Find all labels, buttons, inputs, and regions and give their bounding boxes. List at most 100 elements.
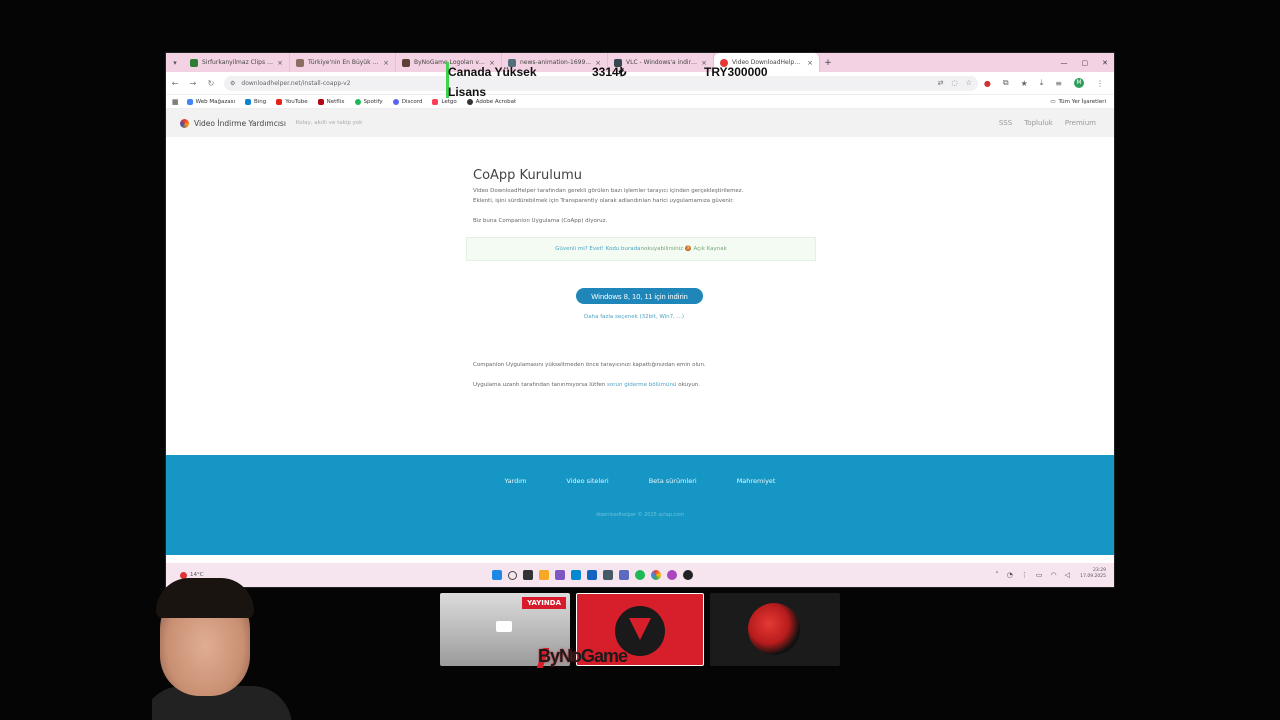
start-icon[interactable] bbox=[492, 570, 502, 580]
network-icon[interactable]: ◔ bbox=[1007, 571, 1013, 579]
chrome-icon[interactable] bbox=[651, 570, 661, 580]
new-tab-icon[interactable]: + bbox=[820, 58, 836, 68]
close-icon[interactable]: × bbox=[383, 59, 389, 67]
hide-icon[interactable]: ◌ bbox=[951, 79, 957, 87]
taskbar-clock[interactable]: 23:29 17.09.2025 bbox=[1080, 568, 1106, 580]
maximize-icon[interactable]: ▢ bbox=[1082, 59, 1089, 67]
taskbar-apps bbox=[492, 570, 693, 580]
edge-icon[interactable] bbox=[571, 570, 581, 580]
site-name[interactable]: Video İndirme Yardımcısı bbox=[194, 119, 286, 128]
folder-icon: ▭ bbox=[1050, 98, 1056, 105]
bookmark-label: Spotify bbox=[363, 98, 383, 105]
avatar-thumbnail bbox=[710, 593, 840, 666]
bookmark-youtube[interactable]: YouTube bbox=[276, 98, 308, 105]
page-title: CoApp Kurulumu bbox=[473, 167, 583, 183]
tab-turkiye[interactable]: Türkiye'nin En Büyük Oyuncu S... × bbox=[290, 53, 396, 72]
footer-help-link[interactable]: Yardım bbox=[505, 477, 527, 485]
profile-avatar[interactable]: M bbox=[1074, 78, 1084, 88]
intro-coapp: Biz buna Companion Uygulama (CoApp) diyo… bbox=[473, 218, 608, 224]
minimize-icon[interactable]: — bbox=[1061, 59, 1068, 67]
spotify-icon[interactable] bbox=[635, 570, 645, 580]
reload-icon[interactable]: ↻ bbox=[202, 79, 220, 88]
notice-text: okuyabilirsiniz 🍪 Açık Kaynak bbox=[644, 246, 727, 252]
close-icon[interactable]: × bbox=[277, 59, 283, 67]
translate-icon[interactable]: ⇄ bbox=[938, 79, 944, 87]
search-icon[interactable] bbox=[508, 570, 517, 580]
chevron-up-icon[interactable]: ˄ bbox=[995, 571, 999, 579]
bookmark-label: Discord bbox=[401, 98, 423, 105]
site-info-icon[interactable]: ⚙ bbox=[230, 80, 235, 87]
streamer-hair bbox=[156, 578, 254, 618]
obs-icon[interactable] bbox=[683, 570, 693, 580]
bing-icon bbox=[245, 98, 251, 105]
discord-icon[interactable] bbox=[667, 570, 677, 580]
footer-beta-link[interactable]: Beta sürümleri bbox=[649, 477, 697, 485]
more-options-link[interactable]: Daha fazla seçenek (32bit, Win7, ...) bbox=[584, 314, 684, 320]
monitor-icon bbox=[496, 621, 512, 632]
live-badge: YAYINDA bbox=[522, 597, 566, 609]
close-icon[interactable]: × bbox=[807, 59, 813, 67]
puzzle-icon[interactable]: ⧉ bbox=[1003, 78, 1009, 88]
intro-line: Eklenti, işini sürdürebilmek için Transp… bbox=[473, 198, 734, 204]
intro-text: Video DownloadHelper tarafından gerekli … bbox=[473, 186, 803, 206]
bookmark-discord[interactable]: Discord bbox=[392, 98, 423, 105]
overlay-name: Canada Yüksek Lisans bbox=[448, 62, 537, 102]
apps-icon[interactable]: ▦ bbox=[172, 98, 179, 106]
troubleshoot-link[interactable]: sorun giderme bölümünü bbox=[607, 382, 676, 388]
footer-links: Yardım Video siteleri Beta sürümleri Mah… bbox=[166, 477, 1114, 485]
teams-icon[interactable] bbox=[619, 570, 629, 580]
download-windows-button[interactable]: Windows 8, 10, 11 için indirin bbox=[576, 288, 703, 304]
site-header: Video İndirme Yardımcısı Kolay, akıllı v… bbox=[166, 109, 1114, 137]
file-explorer-icon[interactable] bbox=[539, 570, 549, 580]
tab-clips[interactable]: Sirfurkanyilmaz Clips - Watch T... × bbox=[184, 53, 290, 72]
bookmark-bing[interactable]: Bing bbox=[245, 98, 267, 105]
menu-icon[interactable]: ⋮ bbox=[1096, 79, 1104, 88]
close-window-icon[interactable]: ✕ bbox=[1102, 59, 1108, 67]
back-icon[interactable]: ← bbox=[166, 79, 184, 88]
forward-icon[interactable]: → bbox=[184, 79, 202, 88]
bookmark-web-store[interactable]: Web Mağazası bbox=[186, 98, 235, 105]
window-controls: — ▢ ✕ bbox=[1061, 53, 1109, 72]
nav-premium[interactable]: Premium bbox=[1065, 119, 1096, 127]
tab-title: VLC - Windows'a indirin ve yükl... bbox=[626, 59, 697, 66]
star-icon[interactable]: ☆ bbox=[966, 79, 972, 87]
nav-faq[interactable]: SSS bbox=[999, 119, 1012, 127]
app-icon[interactable] bbox=[603, 570, 613, 580]
download-icon[interactable]: ⤓ bbox=[1040, 78, 1044, 88]
footer-privacy-link[interactable]: Mahremiyet bbox=[737, 477, 776, 485]
bookmark-icon[interactable]: ★ bbox=[1021, 79, 1028, 88]
outlook-icon[interactable] bbox=[587, 570, 597, 580]
tab-favicon-icon bbox=[402, 58, 410, 67]
footer-video-sites-link[interactable]: Video siteleri bbox=[566, 477, 608, 485]
store-icon bbox=[186, 98, 193, 105]
open-source-notice: Güvenli mi? Evet! Kodu buradan okuyabili… bbox=[466, 237, 816, 261]
copilot-icon[interactable] bbox=[555, 570, 565, 580]
site-nav: SSS Topluluk Premium bbox=[999, 119, 1096, 127]
spotify-icon bbox=[354, 98, 361, 105]
bookmark-spotify[interactable]: Spotify bbox=[354, 98, 383, 105]
overlay-name-line: Canada Yüksek bbox=[448, 65, 537, 79]
bookmark-label: Netflix bbox=[326, 98, 345, 105]
troubleshoot-text: Uygulama uzantı tarafından tanınmıyorsa … bbox=[473, 382, 608, 388]
site-logo-icon[interactable] bbox=[180, 118, 189, 128]
overlay-count: 3314₺ bbox=[592, 65, 627, 79]
bookmark-label: Bing bbox=[254, 98, 267, 105]
nav-community[interactable]: Topluluk bbox=[1024, 119, 1053, 127]
volume-icon[interactable]: ◁ bbox=[1065, 571, 1070, 579]
system-tray: ˄ ◔ ⋮ ▭ ◠ ◁ bbox=[995, 571, 1070, 579]
extension-icon[interactable]: ● bbox=[984, 79, 991, 88]
site-footer: Yardım Video siteleri Beta sürümleri Mah… bbox=[166, 455, 1114, 555]
source-code-link[interactable]: Güvenli mi? Evet! Kodu buradan bbox=[555, 246, 644, 252]
mic-icon[interactable]: ⋮ bbox=[1021, 571, 1028, 579]
battery-icon[interactable]: ▭ bbox=[1036, 571, 1043, 579]
bookmark-label: YouTube bbox=[285, 98, 308, 105]
troubleshoot-note: Uygulama uzantı tarafından tanınmıyorsa … bbox=[473, 380, 803, 390]
sidebar-icon[interactable]: ≡ bbox=[1055, 79, 1062, 88]
webcam-feed bbox=[152, 574, 312, 720]
letgo-icon bbox=[432, 98, 439, 105]
tab-search-icon[interactable]: ▾ bbox=[166, 59, 184, 67]
task-view-icon[interactable] bbox=[523, 570, 533, 580]
wifi-icon[interactable]: ◠ bbox=[1051, 571, 1057, 579]
bookmark-netflix[interactable]: Netflix bbox=[317, 98, 345, 105]
all-bookmarks[interactable]: ▭ Tüm Yer İşaretleri bbox=[1050, 99, 1106, 105]
